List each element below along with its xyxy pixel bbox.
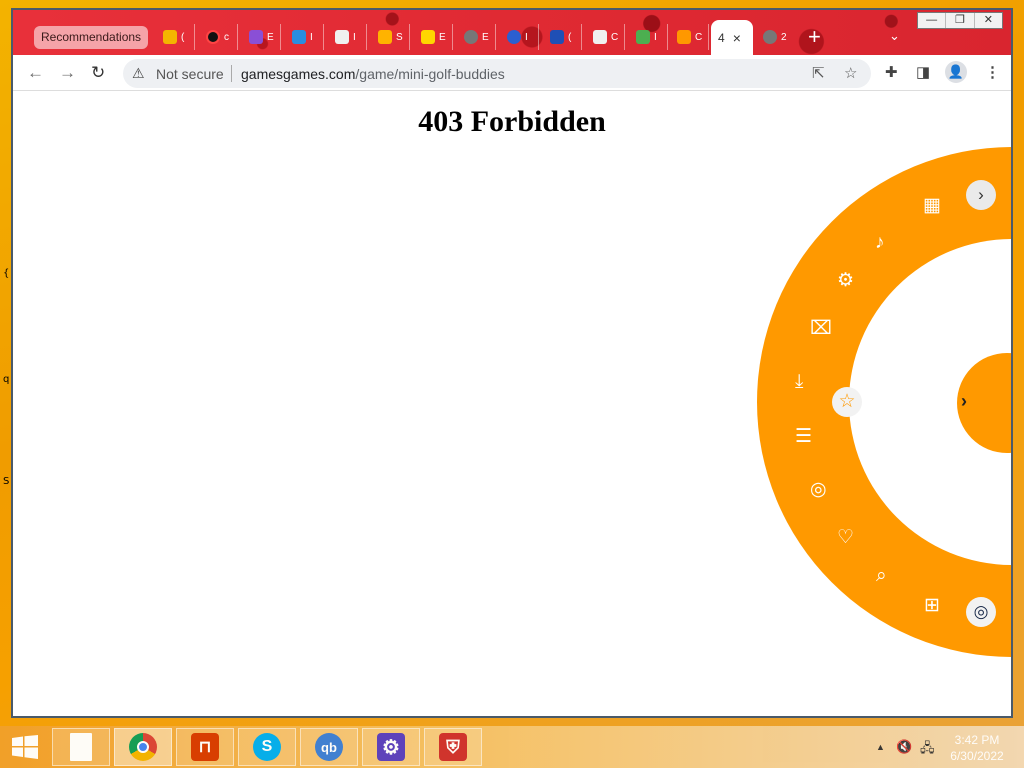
browser-tab[interactable]: I bbox=[284, 24, 324, 50]
browser-tab[interactable]: E bbox=[241, 24, 281, 50]
browser-tab[interactable]: I bbox=[327, 24, 367, 50]
browser-tab[interactable]: ( bbox=[155, 24, 195, 50]
taskbar-app-settings[interactable]: ⚙ bbox=[362, 728, 420, 766]
tab-favicon-icon bbox=[677, 30, 691, 44]
browser-tab[interactable]: E bbox=[413, 24, 453, 50]
tab-favicon-icon bbox=[249, 30, 263, 44]
page-content: 403 Forbidden › › ▦ ♪ ⚙ ⌧ ⤓ ☆ ☰ ◎ ♡ ⌕ ⊞ … bbox=[13, 91, 1011, 716]
search-icon[interactable]: ⌕ bbox=[876, 566, 887, 586]
radial-top-chevron-button[interactable]: › bbox=[966, 180, 996, 210]
skype-icon: S bbox=[253, 733, 281, 761]
browser-window: Recommendations ( c E I I S E E I ( C I … bbox=[11, 8, 1013, 718]
tab-search-dropdown-icon[interactable]: ⌄ bbox=[889, 28, 900, 44]
recommendations-tab[interactable]: Recommendations bbox=[34, 26, 149, 49]
download-icon[interactable]: ⤓ bbox=[795, 372, 803, 392]
divider bbox=[231, 65, 232, 82]
network-icon[interactable]: 🖧 bbox=[920, 739, 935, 761]
browser-toolbar: ← → ↻ ⚠ Not secure gamesgames.com/game/m… bbox=[13, 55, 1011, 91]
document-icon bbox=[70, 733, 92, 761]
share-icon[interactable]: ⇱ bbox=[812, 64, 825, 82]
browser-tab[interactable]: I bbox=[499, 24, 539, 50]
clock-time: 3:42 PM bbox=[954, 733, 1000, 747]
tab-favicon-icon bbox=[593, 30, 607, 44]
new-tab-button[interactable]: + bbox=[808, 26, 821, 48]
restore-button[interactable]: ❐ bbox=[946, 13, 975, 28]
taskbar-app-office[interactable]: ⊓ bbox=[176, 728, 234, 766]
menu-icon[interactable]: ⋮ bbox=[985, 63, 1000, 81]
browser-tab[interactable]: ( bbox=[542, 24, 582, 50]
desktop-icon-fragment: S bbox=[3, 476, 10, 487]
browser-tab[interactable]: C bbox=[585, 24, 625, 50]
tab-strip: Recommendations ( c E I I S E E I ( C I … bbox=[13, 10, 1011, 55]
url-text[interactable]: gamesgames.com/game/mini-golf-buddies bbox=[241, 66, 505, 82]
settings-gear-icon[interactable]: ⚙ bbox=[837, 271, 854, 291]
tab-favicon-icon bbox=[163, 30, 177, 44]
close-window-button[interactable]: ✕ bbox=[975, 13, 1002, 28]
show-hidden-icons-chevron[interactable]: ▲ bbox=[876, 742, 885, 752]
hide-eye-icon[interactable]: ◎ bbox=[810, 480, 827, 500]
side-panel-icon[interactable]: ◨ bbox=[916, 63, 930, 81]
apps-grid-icon[interactable]: ▦ bbox=[923, 196, 941, 216]
taskbar-app-chrome[interactable] bbox=[114, 728, 172, 766]
folder-add-icon[interactable]: ⊞ bbox=[924, 596, 940, 616]
settings-icon: ⚙ bbox=[377, 733, 405, 761]
extensions-icon[interactable]: ✚ bbox=[885, 63, 898, 81]
address-bar[interactable]: ⚠ Not secure gamesgames.com/game/mini-go… bbox=[123, 59, 871, 88]
taskbar: ⊓ S qb ⚙ ⛨ ▲ 🔇 🖧 3:42 PM 6/30/2022 bbox=[0, 726, 1024, 768]
browser-tab[interactable]: c bbox=[198, 24, 238, 50]
active-tab-title: 4 bbox=[718, 30, 725, 45]
browser-tab[interactable]: 2 bbox=[755, 24, 795, 50]
taskbar-app-skype[interactable]: S bbox=[238, 728, 296, 766]
taskbar-app-file-explorer[interactable] bbox=[52, 728, 110, 766]
reload-button[interactable]: ↻ bbox=[91, 63, 105, 83]
tab-favicon-icon bbox=[763, 30, 777, 44]
desktop-icon-fragment: { bbox=[3, 268, 10, 279]
back-button[interactable]: ← bbox=[27, 63, 44, 83]
tab-favicon-icon bbox=[292, 30, 306, 44]
browser-tab[interactable]: E bbox=[456, 24, 496, 50]
tab-favicon-icon bbox=[636, 30, 650, 44]
tab-favicon-icon bbox=[550, 30, 564, 44]
volume-muted-icon[interactable]: 🔇 bbox=[896, 739, 912, 755]
clock-date: 6/30/2022 bbox=[950, 749, 1004, 763]
bookmark-icon[interactable]: ⌧ bbox=[810, 319, 832, 339]
office-icon: ⊓ bbox=[191, 733, 219, 761]
close-tab-icon[interactable]: × bbox=[733, 30, 741, 46]
warning-icon[interactable]: ⚠ bbox=[132, 65, 145, 82]
shield-icon[interactable]: ♡ bbox=[837, 528, 854, 548]
music-note-icon[interactable]: ♪ bbox=[875, 233, 885, 253]
tab-favicon-icon bbox=[335, 30, 349, 44]
bookmark-star-icon[interactable]: ☆ bbox=[844, 64, 857, 82]
chevron-right-icon[interactable]: › bbox=[961, 391, 967, 412]
radial-bottom-settings-button[interactable]: ◎ bbox=[966, 597, 996, 627]
page-title: 403 Forbidden bbox=[418, 105, 606, 138]
forward-button[interactable]: → bbox=[59, 63, 76, 83]
browser-tab[interactable]: C bbox=[669, 24, 709, 50]
window-controls: — ❐ ✕ bbox=[917, 12, 1003, 29]
system-clock[interactable]: 3:42 PM 6/30/2022 bbox=[942, 732, 1012, 764]
shield-app-icon: ⛨ bbox=[439, 733, 467, 761]
tab-favicon-icon bbox=[507, 30, 521, 44]
tab-favicon-icon bbox=[378, 30, 392, 44]
layers-icon[interactable]: ☰ bbox=[795, 427, 812, 447]
browser-tab[interactable]: I bbox=[628, 24, 668, 50]
taskbar-app-shield[interactable]: ⛨ bbox=[424, 728, 482, 766]
minimize-button[interactable]: — bbox=[918, 13, 947, 28]
security-status[interactable]: Not secure bbox=[156, 66, 224, 82]
chrome-icon bbox=[129, 733, 157, 761]
taskbar-app-qbittorrent[interactable]: qb bbox=[300, 728, 358, 766]
tab-favicon-icon bbox=[206, 30, 220, 44]
active-tab[interactable]: 4 × bbox=[711, 20, 753, 55]
browser-tab[interactable]: S bbox=[370, 24, 410, 50]
tab-favicon-icon bbox=[421, 30, 435, 44]
windows-start-icon[interactable] bbox=[12, 735, 38, 759]
tab-favicon-icon bbox=[464, 30, 478, 44]
desktop-icon-fragment: q bbox=[3, 374, 10, 385]
favorite-star-button[interactable]: ☆ bbox=[832, 387, 862, 417]
profile-avatar[interactable]: 👤 bbox=[945, 61, 967, 83]
qbittorrent-icon: qb bbox=[315, 733, 343, 761]
